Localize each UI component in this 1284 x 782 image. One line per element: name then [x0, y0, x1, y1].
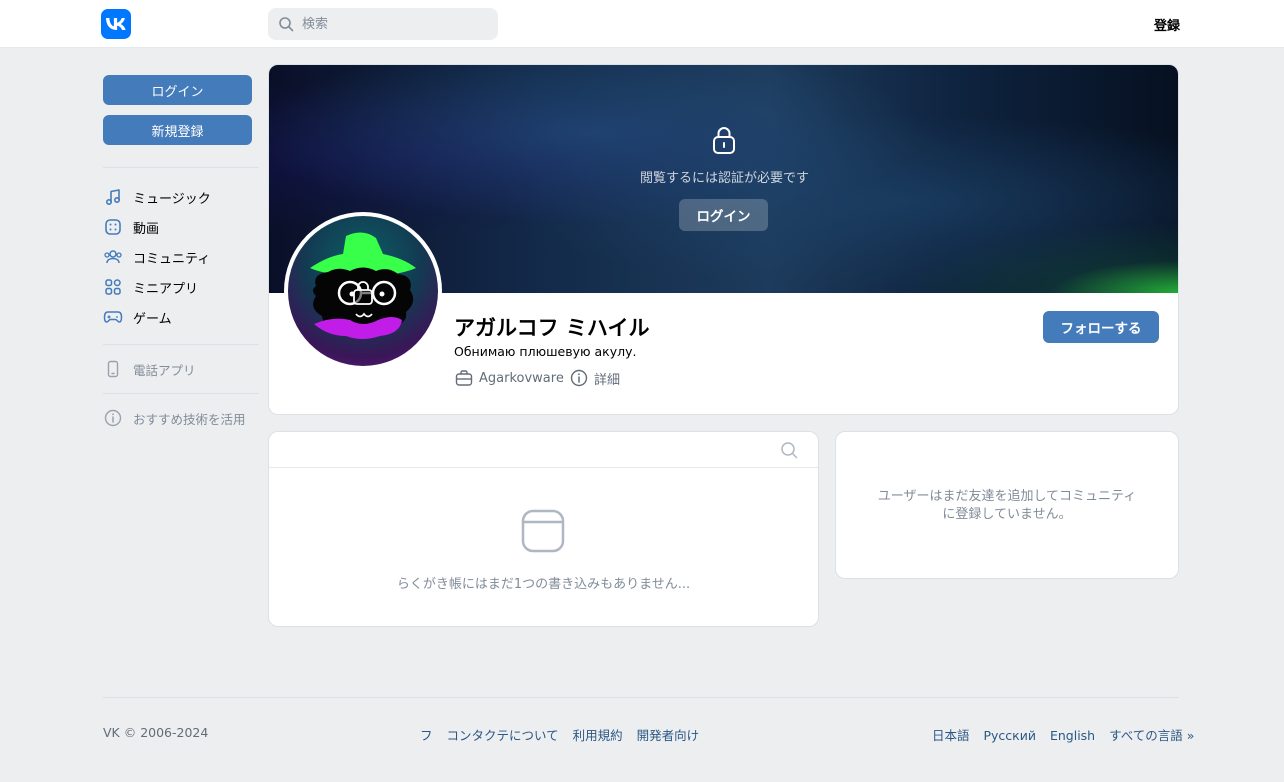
community-icon [103, 247, 123, 267]
lang-russian[interactable]: Русский [984, 728, 1036, 743]
auth-required-text: 閲覧するには認証が必要です [639, 171, 809, 186]
lang-all[interactable]: すべての言語 » [1109, 728, 1194, 743]
footer-link[interactable]: フ [420, 728, 433, 743]
wall-divider [269, 467, 818, 468]
music-icon [103, 187, 123, 207]
vk-logo-icon [106, 18, 126, 30]
sidebar-item-label: ゲーム [133, 311, 172, 327]
cover-login-button[interactable]: ログイン [679, 199, 768, 231]
footer-links: フ コンタクテについて 利用規約 開発者向け [420, 725, 709, 744]
sidebar-item-games[interactable]: ゲーム [103, 304, 259, 330]
search-box[interactable] [268, 8, 498, 40]
signup-button[interactable]: 新規登録 [103, 115, 252, 145]
sidebar-item-phone-app[interactable]: 電話アプリ [103, 356, 259, 382]
lang-japanese[interactable]: 日本語 [932, 728, 970, 743]
profile-work[interactable]: Agarkovware [454, 368, 564, 388]
vk-logo[interactable] [101, 9, 131, 39]
sidebar-item-music[interactable]: ミュージック [103, 184, 259, 210]
profile-name: アガルコフ ミハイル [454, 316, 650, 340]
friends-block: ユーザーはまだ友達を追加してコミュニティに登録していません。 [835, 431, 1179, 579]
footer-link-terms[interactable]: 利用規約 [573, 728, 623, 743]
mini-apps-icon [103, 277, 123, 297]
sidebar-divider [103, 344, 259, 345]
avatar[interactable] [284, 212, 442, 370]
sidebar-item-label: 電話アプリ [133, 362, 196, 378]
footer-link-developers[interactable]: 開発者向け [637, 728, 700, 743]
sidebar-item-community[interactable]: コミュニティ [103, 244, 259, 270]
wall-empty-text: らくがき帳にはまだ1つの書き込みもありません... [396, 577, 691, 592]
sidebar-item-label: おすすめ技術を活用 [133, 411, 246, 427]
wall-search-icon[interactable] [780, 441, 798, 459]
sidebar-divider [103, 393, 259, 394]
footer-languages: 日本語 Русский English すべての言語 » [932, 725, 1194, 744]
footer-copyright: VK © 2006-2024 [103, 725, 209, 740]
details-label: 詳細 [594, 372, 621, 388]
sidebar-item-label: コミュニティ [133, 251, 211, 267]
briefcase-icon [454, 368, 474, 388]
follow-button[interactable]: フォローする [1043, 311, 1159, 343]
sidebar-item-label: ミュージック [133, 191, 211, 207]
sidebar-divider [103, 167, 259, 168]
sidebar-item-mini-apps[interactable]: ミニアプリ [103, 274, 259, 300]
work-label: Agarkovware [479, 370, 564, 386]
sidebar-item-label: ミニアプリ [133, 281, 199, 297]
search-input[interactable] [302, 8, 492, 40]
register-link[interactable]: 登録 [1154, 15, 1180, 34]
login-button[interactable]: ログイン [103, 75, 252, 105]
profile-status: Обнимаю плюшевую акулу. [454, 344, 637, 359]
friends-empty-text: ユーザーはまだ友達を追加してコミュニティに登録していません。 [877, 489, 1137, 522]
sidebar-item-recommend[interactable]: おすすめ技術を活用 [103, 405, 259, 431]
profile-details-link[interactable]: 詳細 [569, 368, 620, 388]
sidebar-item-label: 動画 [133, 221, 160, 237]
lock-icon [713, 127, 735, 154]
video-icon [103, 217, 123, 237]
sidebar-item-video[interactable]: 動画 [103, 214, 259, 240]
info-icon [103, 408, 123, 428]
info-icon [569, 368, 589, 388]
phone-icon [103, 359, 123, 379]
top-header: 登録 [0, 0, 1284, 48]
lang-english[interactable]: English [1050, 728, 1095, 743]
avatar-image [288, 216, 438, 366]
search-icon [279, 17, 294, 32]
footer-divider [103, 697, 1179, 698]
footer-link-about[interactable]: コンタクテについて [447, 728, 559, 743]
avatar-illustration [310, 232, 416, 339]
gamepad-icon [103, 307, 123, 327]
empty-wall-icon [521, 509, 565, 553]
wall-block: らくがき帳にはまだ1つの書き込みもありません... [268, 431, 819, 627]
